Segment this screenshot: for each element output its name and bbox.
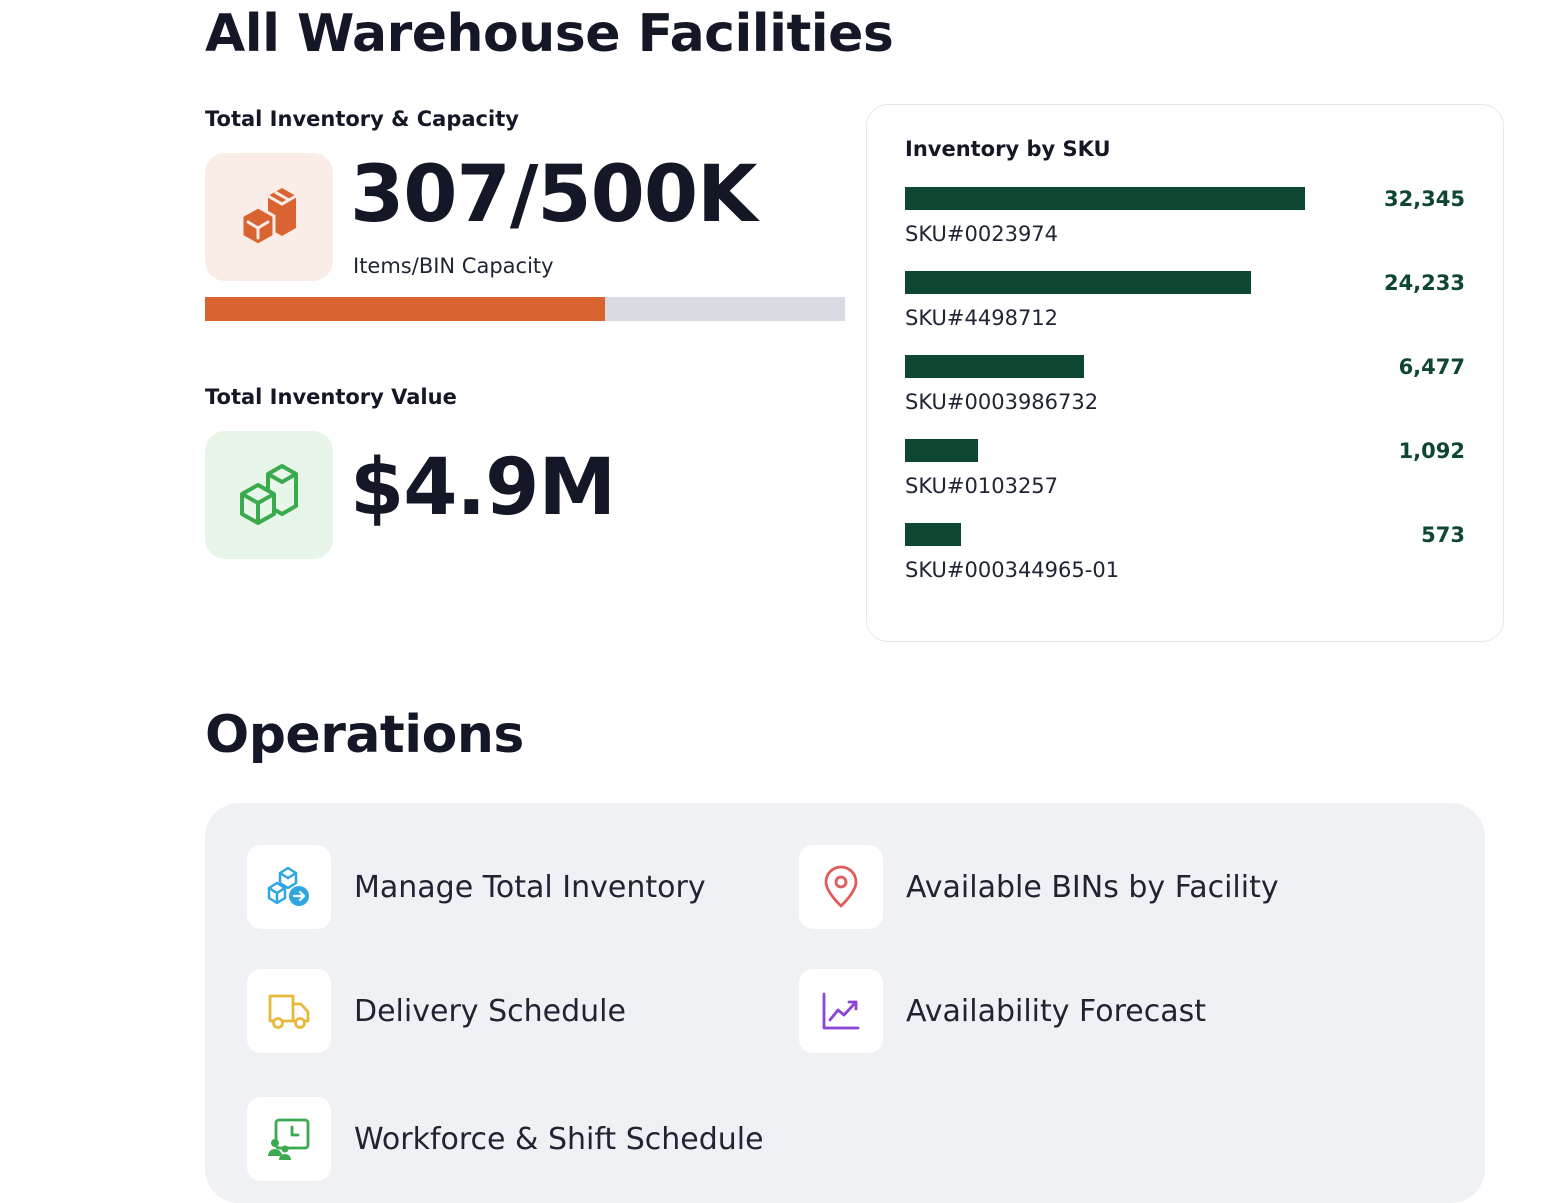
- inventory-value-icon-tile: [205, 431, 333, 559]
- ops-label: Available BINs by Facility: [906, 869, 1279, 905]
- sku-row: SKU#0023974 32,345: [905, 187, 1465, 271]
- sku-row: SKU#0103257 1,092: [905, 439, 1465, 523]
- ops-label: Workforce & Shift Schedule: [354, 1121, 764, 1157]
- inventory-value-label: Total Inventory Value: [205, 385, 457, 409]
- operations-panel: Manage Total Inventory Available BINs by…: [205, 803, 1485, 1203]
- sku-value: 6,477: [1398, 355, 1465, 379]
- sku-bar: [905, 355, 1084, 378]
- sku-bar: [905, 271, 1251, 294]
- sku-row: SKU#0003986732 6,477: [905, 355, 1465, 439]
- capacity-icon-tile: [205, 153, 333, 281]
- capacity-progress-fill: [205, 297, 605, 321]
- operations-title: Operations: [205, 705, 524, 765]
- boxes-icon: [240, 188, 297, 247]
- location-pin-icon: [824, 865, 858, 908]
- available-bins-link[interactable]: Available BINs by Facility: [799, 845, 1279, 929]
- sku-bar: [905, 439, 978, 462]
- sku-value: 24,233: [1383, 271, 1465, 295]
- workforce-shift-schedule-link[interactable]: Workforce & Shift Schedule: [247, 1097, 764, 1181]
- sku-bar: [905, 523, 961, 546]
- boxes-icon: [240, 464, 298, 525]
- sku-row: SKU#4498712 24,233: [905, 271, 1465, 355]
- ops-label: Manage Total Inventory: [354, 869, 706, 905]
- inventory-by-sku-card: Inventory by SKU SKU#0023974 32,345 SKU#44…: [866, 104, 1504, 642]
- sku-value: 1,092: [1398, 439, 1465, 463]
- sku-name: SKU#0023974: [905, 222, 1059, 246]
- truck-icon: [268, 994, 310, 1029]
- sku-value: 32,345: [1383, 187, 1465, 211]
- inventory-value: $4.9M: [350, 443, 616, 533]
- sku-value: 573: [1421, 523, 1465, 547]
- sku-name: SKU#4498712: [905, 306, 1059, 330]
- availability-forecast-link[interactable]: Availability Forecast: [799, 969, 1206, 1053]
- manage-total-inventory-link[interactable]: Manage Total Inventory: [247, 845, 706, 929]
- sku-bar: [905, 187, 1305, 210]
- sku-name: SKU#0103257: [905, 474, 1059, 498]
- sku-card-title: Inventory by SKU: [905, 137, 1111, 161]
- capacity-value: 307/500K: [350, 150, 758, 240]
- capacity-sublabel: Items/BIN Capacity: [353, 254, 554, 278]
- inventory-transfer-icon: [267, 866, 309, 906]
- ops-label: Delivery Schedule: [354, 993, 626, 1029]
- capacity-label: Total Inventory & Capacity: [205, 107, 519, 131]
- sku-name: SKU#0003986732: [905, 390, 1099, 414]
- trend-chart-icon: [822, 992, 860, 1030]
- ops-label: Availability Forecast: [906, 993, 1206, 1029]
- shift-schedule-icon: [268, 1118, 310, 1160]
- sku-row: SKU#000344965-01 573: [905, 523, 1465, 607]
- sku-name: SKU#000344965-01: [905, 558, 1120, 582]
- delivery-schedule-link[interactable]: Delivery Schedule: [247, 969, 626, 1053]
- page-title: All Warehouse Facilities: [205, 4, 894, 64]
- capacity-progress-bar: [205, 297, 845, 321]
